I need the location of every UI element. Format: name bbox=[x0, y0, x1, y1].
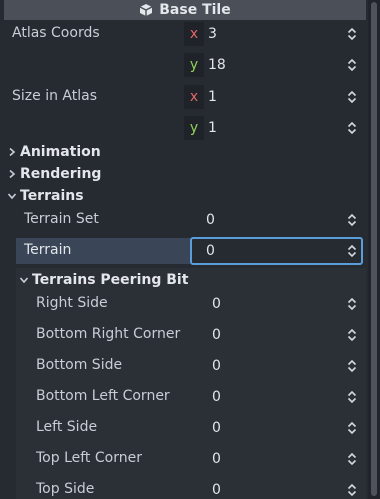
peering-top-left-corner-label: Top Left Corner bbox=[36, 450, 142, 466]
chevron-right-icon bbox=[6, 147, 18, 157]
section-terrains-label: Terrains bbox=[20, 188, 84, 204]
peering-bottom-left-corner-spinbox[interactable]: 0 bbox=[208, 384, 360, 410]
peering-bottom-side-label: Bottom Side bbox=[36, 357, 123, 373]
peering-right-side-value: 0 bbox=[212, 296, 221, 312]
spinner-arrows-icon[interactable] bbox=[344, 291, 360, 317]
cube-icon bbox=[139, 4, 153, 16]
peering-top-side-spinbox[interactable]: 0 bbox=[208, 477, 360, 499]
peering-top-side-label: Top Side bbox=[36, 481, 95, 497]
vertical-scrollbar[interactable] bbox=[368, 0, 380, 499]
spinner-arrows-icon[interactable] bbox=[344, 52, 360, 78]
spinner-arrows-icon[interactable] bbox=[344, 238, 360, 264]
terrain-spinbox-content[interactable]: 0 bbox=[202, 238, 360, 264]
spinner-arrows-icon[interactable] bbox=[344, 84, 360, 110]
spinner-arrows-icon[interactable] bbox=[344, 446, 360, 472]
atlas-coords-x-axis: x bbox=[184, 22, 204, 46]
scrollbar-thumb[interactable] bbox=[371, 2, 377, 496]
spinner-arrows-icon[interactable] bbox=[344, 21, 360, 47]
spinner-arrows-icon[interactable] bbox=[344, 384, 360, 410]
size-in-atlas-x-axis: x bbox=[184, 85, 204, 109]
chevron-down-icon bbox=[6, 192, 18, 200]
peering-left-side-label: Left Side bbox=[36, 419, 98, 435]
chevron-down-icon bbox=[18, 276, 30, 284]
atlas-coords-x-value: 3 bbox=[208, 26, 217, 42]
spinner-arrows-icon[interactable] bbox=[344, 353, 360, 379]
size-in-atlas-y-value: 1 bbox=[208, 120, 217, 136]
chevron-right-icon bbox=[6, 169, 18, 179]
terrain-set-label: Terrain Set bbox=[24, 211, 99, 227]
spinner-arrows-icon[interactable] bbox=[344, 415, 360, 441]
spinner-arrows-icon[interactable] bbox=[344, 322, 360, 348]
size-in-atlas-label: Size in Atlas bbox=[12, 88, 97, 104]
peering-top-left-corner-value: 0 bbox=[212, 451, 221, 467]
atlas-coords-y-value: 18 bbox=[208, 57, 226, 73]
atlas-coords-y-spinbox[interactable]: 18 bbox=[204, 52, 360, 78]
size-in-atlas-y-axis: y bbox=[184, 116, 204, 140]
size-in-atlas-x-value: 1 bbox=[208, 89, 217, 105]
terrain-set-spinbox[interactable]: 0 bbox=[202, 207, 360, 233]
peering-bottom-left-corner-value: 0 bbox=[212, 389, 221, 405]
peering-top-side-value: 0 bbox=[212, 482, 221, 498]
peering-bottom-right-corner-label: Bottom Right Corner bbox=[36, 326, 181, 342]
atlas-coords-x-spinbox[interactable]: 3 bbox=[204, 21, 360, 47]
terrain-label: Terrain bbox=[24, 242, 72, 258]
terrain-set-value: 0 bbox=[206, 212, 215, 228]
section-rendering-label: Rendering bbox=[20, 166, 102, 182]
peering-bottom-right-corner-value: 0 bbox=[212, 327, 221, 343]
size-in-atlas-y-spinbox[interactable]: 1 bbox=[204, 115, 360, 141]
section-terrains-peering-bit-label: Terrains Peering Bit bbox=[32, 272, 189, 288]
peering-bottom-right-corner-spinbox[interactable]: 0 bbox=[208, 322, 360, 348]
peering-right-side-label: Right Side bbox=[36, 295, 108, 311]
peering-bottom-left-corner-label: Bottom Left Corner bbox=[36, 388, 170, 404]
section-header-title: Base Tile bbox=[159, 2, 231, 18]
section-terrains-peering-bit[interactable]: Terrains Peering Bit bbox=[18, 271, 188, 289]
spinner-arrows-icon[interactable] bbox=[344, 207, 360, 233]
terrain-value: 0 bbox=[206, 243, 215, 259]
peering-bottom-side-value: 0 bbox=[212, 358, 221, 374]
spinner-arrows-icon[interactable] bbox=[344, 477, 360, 499]
peering-right-side-spinbox[interactable]: 0 bbox=[208, 291, 360, 317]
section-animation[interactable]: Animation bbox=[6, 143, 101, 161]
peering-left-side-spinbox[interactable]: 0 bbox=[208, 415, 360, 441]
atlas-coords-label: Atlas Coords bbox=[12, 25, 100, 41]
peering-top-left-corner-spinbox[interactable]: 0 bbox=[208, 446, 360, 472]
section-header-base-tile: Base Tile bbox=[4, 0, 366, 20]
spinner-arrows-icon[interactable] bbox=[344, 115, 360, 141]
peering-bottom-side-spinbox[interactable]: 0 bbox=[208, 353, 360, 379]
section-terrains[interactable]: Terrains bbox=[6, 187, 84, 205]
section-rendering[interactable]: Rendering bbox=[6, 165, 101, 183]
section-animation-label: Animation bbox=[20, 144, 101, 160]
peering-left-side-value: 0 bbox=[212, 420, 221, 436]
size-in-atlas-x-spinbox[interactable]: 1 bbox=[204, 84, 360, 110]
atlas-coords-y-axis: y bbox=[184, 53, 204, 77]
